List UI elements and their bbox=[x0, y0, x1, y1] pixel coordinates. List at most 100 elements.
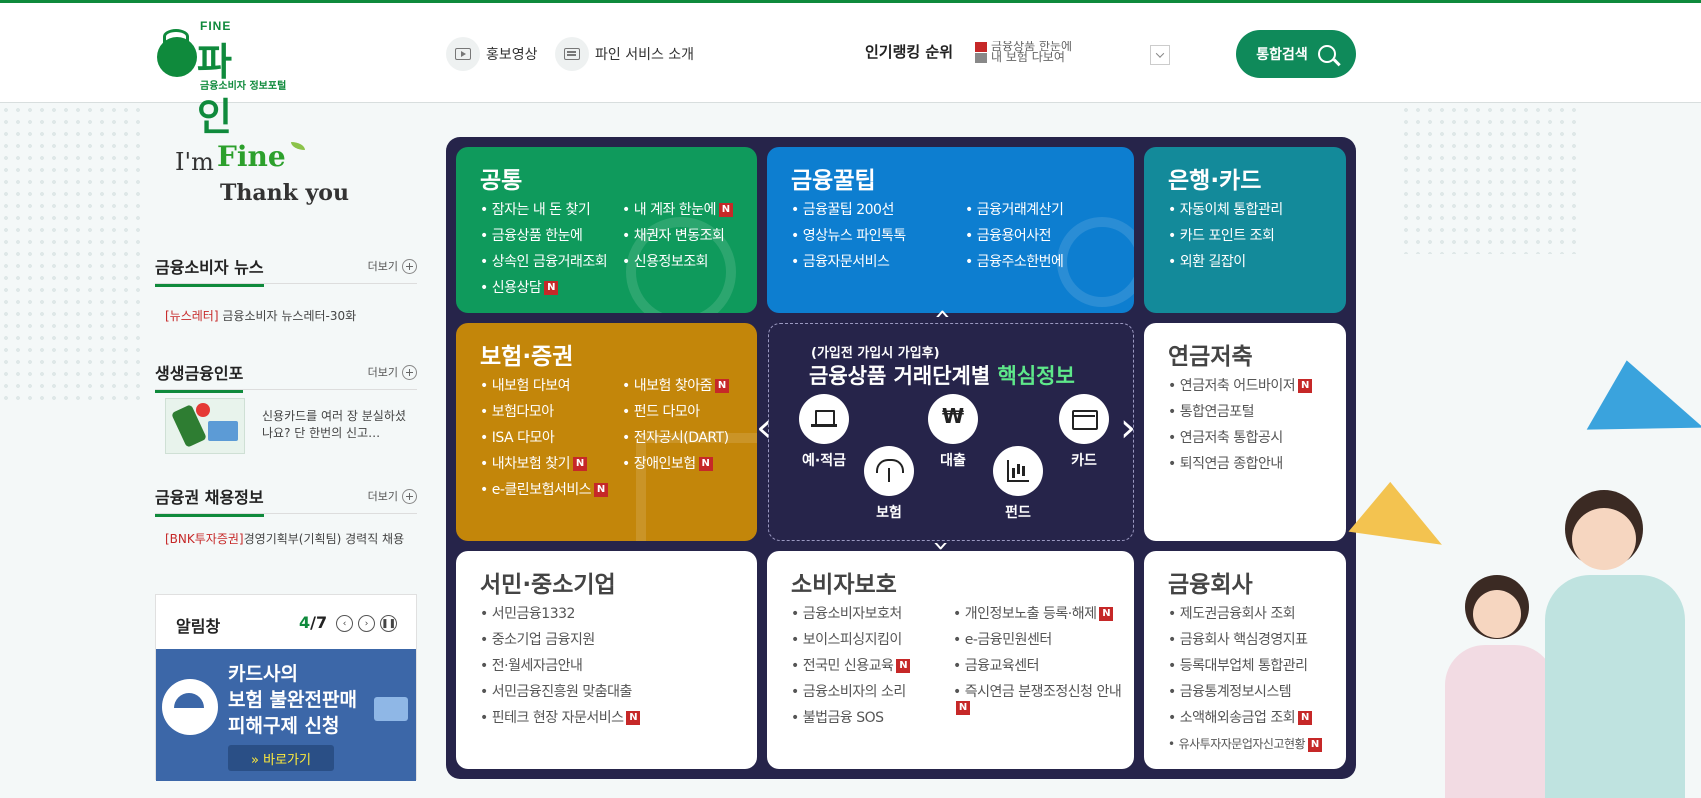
menu-item[interactable]: 서민금융진흥원 맞춤대출 bbox=[480, 679, 640, 705]
menu-item[interactable]: 중소기업 금융지원 bbox=[480, 627, 640, 653]
category-insurance[interactable]: 보험 bbox=[849, 446, 929, 522]
integrated-search-button[interactable]: 통합검색 bbox=[1236, 30, 1356, 78]
category-fund[interactable]: 펀드 bbox=[978, 446, 1058, 522]
menu-item[interactable]: 금융자문서비스 bbox=[791, 249, 906, 275]
chevron-left-icon[interactable]: ‹ bbox=[756, 408, 772, 448]
ranking-ticker[interactable]: 금융상품 한눈에 내 보험 다보여 bbox=[975, 41, 1145, 63]
tile-company-title[interactable]: 금융회사 bbox=[1168, 565, 1253, 599]
menu-item[interactable]: 불법금융 SOS bbox=[791, 705, 910, 731]
menu-item[interactable]: 신용정보조회 bbox=[622, 249, 733, 275]
girl-face-illustration bbox=[1473, 590, 1521, 638]
menu-item[interactable]: 외환 길잡이 bbox=[1168, 249, 1283, 275]
menu-item[interactable]: 등록대부업체 통합관리 bbox=[1168, 653, 1322, 679]
chevron-down-icon[interactable]: › bbox=[922, 540, 962, 551]
site-header: FINE 파 인 금융소비자 정보포털 홍보영상 파인 서비스 소개 인기랭킹 … bbox=[0, 3, 1701, 139]
menu-item[interactable]: 연금저축 통합공시 bbox=[1168, 425, 1312, 451]
service-intro-link[interactable]: 파인 서비스 소개 bbox=[555, 37, 694, 71]
tile-bank-list: 자동이체 통합관리 카드 포인트 조회 외환 길잡이 bbox=[1168, 197, 1284, 275]
tile-tips-title[interactable]: 금융꿀팁 bbox=[791, 161, 876, 195]
menu-item[interactable]: 장애인보험N bbox=[622, 451, 729, 477]
menu-item[interactable]: 서민금융1332 bbox=[480, 601, 640, 627]
menu-item[interactable]: 통합연금포털 bbox=[1168, 399, 1312, 425]
ranking-dropdown-button[interactable] bbox=[1150, 45, 1170, 65]
menu-item[interactable]: 상속인 금융거래조회 bbox=[480, 249, 608, 275]
tile-bank-title[interactable]: 은행·카드 bbox=[1168, 161, 1261, 195]
menu-item[interactable]: 보이스피싱지킴이 bbox=[791, 627, 910, 653]
tile-insurance: 보험·증권 내보험 다보여 보험다모아 ISA 다모아 내차보험 찾기N e-클… bbox=[456, 323, 757, 541]
menu-item[interactable]: 금융용어사전 bbox=[965, 223, 1063, 249]
job-item[interactable]: [BNK투자증권]경영기획부(기획팀) 경력직 채용 bbox=[165, 531, 415, 548]
menu-item[interactable]: 제도권금융회사 조회 bbox=[1168, 601, 1322, 627]
infographic-text[interactable]: 신용카드를 여러 장 분실하셨나요? 단 한번의 신고… bbox=[262, 408, 412, 442]
menu-item[interactable]: 연금저축 어드바이저N bbox=[1168, 373, 1313, 399]
ranking-item[interactable]: 내 보험 다보여 bbox=[975, 51, 1145, 63]
promo-video-link[interactable]: 홍보영상 bbox=[446, 37, 538, 71]
card-illustration-icon bbox=[374, 697, 408, 721]
menu-item[interactable]: 소액해외송금업 조회N bbox=[1168, 705, 1322, 731]
menu-item[interactable]: 개인정보노출 등록·해제N bbox=[953, 601, 1123, 627]
chevron-up-icon[interactable]: › bbox=[922, 308, 962, 319]
banner-go-button[interactable]: » 바로가기 bbox=[228, 745, 334, 771]
new-badge: N bbox=[956, 701, 970, 715]
chevron-right-icon[interactable]: › bbox=[1120, 408, 1136, 448]
sos-icon bbox=[196, 403, 210, 417]
menu-item[interactable]: 전·월세자금안내 bbox=[480, 653, 640, 679]
menu-item[interactable]: e-금융민원센터 bbox=[953, 627, 1123, 653]
play-icon bbox=[446, 37, 480, 71]
menu-item[interactable]: 내보험 다보여 bbox=[480, 373, 608, 399]
ranking-title: 인기랭킹 순위 bbox=[865, 43, 954, 61]
jobs-more-button[interactable]: 더보기 bbox=[368, 488, 417, 504]
tile-insurance-list-1: 내보험 다보여 보험다모아 ISA 다모아 내차보험 찾기N e-클린보험서비스… bbox=[480, 373, 609, 503]
menu-item[interactable]: 펀드 다모아 bbox=[622, 399, 729, 425]
menu-item[interactable]: 내보험 찾아줌N bbox=[622, 373, 729, 399]
menu-item[interactable]: 영상뉴스 파인톡톡 bbox=[791, 223, 907, 249]
slogan: I'm Fine Thank you bbox=[175, 140, 375, 210]
menu-item[interactable]: 금융소비자보호처 bbox=[791, 601, 910, 627]
menu-item[interactable]: 금융회사 핵심경영지표 bbox=[1168, 627, 1322, 653]
menu-item[interactable]: 퇴직연금 종합안내 bbox=[1168, 451, 1312, 477]
menu-item[interactable]: 핀테크 현장 자문서비스N bbox=[480, 705, 641, 731]
menu-item[interactable]: 카드 포인트 조회 bbox=[1168, 223, 1283, 249]
menu-item[interactable]: 금융상품 한눈에 bbox=[480, 223, 607, 249]
menu-item[interactable]: e-클린보험서비스N bbox=[480, 477, 609, 503]
menu-item[interactable]: 전국민 신용교육N bbox=[791, 653, 911, 679]
menu-item[interactable]: 금융교육센터 bbox=[953, 653, 1123, 679]
next-icon[interactable]: › bbox=[358, 615, 375, 632]
menu-item[interactable]: 금융거래계산기 bbox=[965, 197, 1064, 223]
menu-item[interactable]: 신용상담N bbox=[480, 275, 607, 301]
tile-insurance-list-2: 내보험 찾아줌N 펀드 다모아 전자공시(DART) 장애인보험N bbox=[622, 373, 729, 477]
menu-item[interactable]: 내차보험 찾기N bbox=[480, 451, 608, 477]
menu-item[interactable]: 내 계좌 한눈에N bbox=[622, 197, 733, 223]
menu-item[interactable]: 즉시연금 분쟁조정신청 안내N bbox=[953, 679, 1123, 716]
menu-item[interactable]: 전자공시(DART) bbox=[622, 425, 729, 451]
notice-banner[interactable]: 카드사의 보험 불완전판매 피해구제 신청 » 바로가기 bbox=[156, 649, 416, 781]
prev-icon[interactable]: ‹ bbox=[336, 615, 353, 632]
menu-item[interactable]: 금융소비자의 소리 bbox=[791, 679, 910, 705]
menu-item[interactable]: 채권자 변동조회 bbox=[622, 223, 733, 249]
consumer-news-more-button[interactable]: 더보기 bbox=[368, 258, 417, 274]
menu-item[interactable]: 금융통계정보시스템 bbox=[1168, 679, 1322, 705]
won-coin-icon bbox=[928, 394, 978, 444]
menu-item[interactable]: ISA 다모아 bbox=[480, 425, 608, 451]
umbrella-icon bbox=[864, 446, 914, 496]
menu-item[interactable]: 잠자는 내 돈 찾기 bbox=[480, 197, 607, 223]
menu-item[interactable]: 금융꿀팁 200선 bbox=[791, 197, 906, 223]
tile-pension-title[interactable]: 연금저축 bbox=[1168, 337, 1253, 371]
menu-item[interactable]: 자동이체 통합관리 bbox=[1168, 197, 1284, 223]
infographic-title: 생생금융인포 bbox=[155, 360, 244, 393]
menu-item[interactable]: 금융주소한번에 bbox=[965, 249, 1064, 275]
menu-item[interactable]: 보험다모아 bbox=[480, 399, 608, 425]
tile-common-title[interactable]: 공통 bbox=[480, 161, 522, 195]
news-item[interactable]: [뉴스레터] 금융소비자 뉴스레터-30화 bbox=[165, 308, 415, 325]
notice-title: 알림창 bbox=[176, 617, 221, 636]
new-badge: N bbox=[1308, 737, 1323, 752]
tile-bank-card: 은행·카드 자동이체 통합관리 카드 포인트 조회 외환 길잡이 bbox=[1144, 147, 1346, 313]
tile-consumer-title[interactable]: 소비자보호 bbox=[791, 565, 897, 599]
infographic-more-button[interactable]: 더보기 bbox=[368, 364, 417, 380]
tile-sme-title[interactable]: 서민·중소기업 bbox=[480, 565, 616, 599]
infographic-thumbnail[interactable] bbox=[165, 398, 245, 454]
pause-icon[interactable]: ❚❚ bbox=[380, 615, 397, 632]
site-logo[interactable]: FINE 파 인 금융소비자 정보포털 bbox=[155, 19, 295, 139]
menu-item[interactable]: 유사투자자문업자신고현황N bbox=[1168, 731, 1323, 757]
tile-insurance-title[interactable]: 보험·증권 bbox=[480, 337, 573, 371]
